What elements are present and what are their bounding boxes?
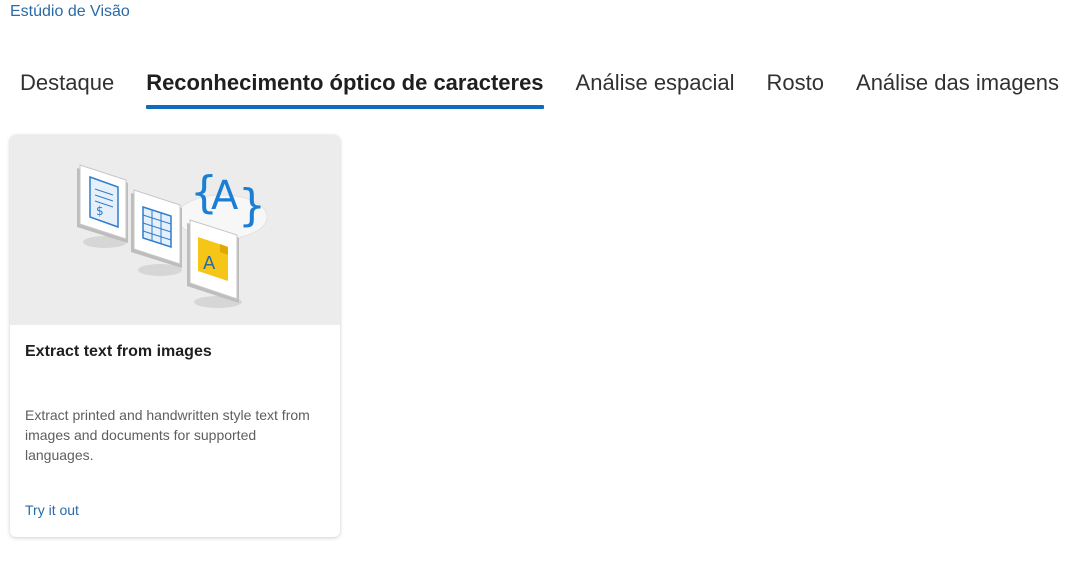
- card-illustration: { A } $ A: [10, 135, 340, 325]
- svg-text:A: A: [211, 173, 239, 219]
- tab-ocr[interactable]: Reconhecimento óptico de caracteres: [136, 66, 553, 110]
- tab-label: Reconhecimento óptico de caracteres: [146, 70, 544, 95]
- tab-face[interactable]: Rosto: [757, 66, 834, 110]
- svg-text:}: }: [238, 180, 266, 231]
- tab-spatial-analysis[interactable]: Análise espacial: [566, 66, 745, 110]
- tab-label: Destaque: [20, 70, 115, 95]
- try-it-out-link[interactable]: Try it out: [25, 502, 79, 518]
- vision-studio-page: Estúdio de Visão Destaque Reconhecimento…: [0, 0, 1073, 568]
- card-title: Extract text from images: [25, 343, 212, 360]
- tab-featured[interactable]: Destaque: [10, 66, 124, 110]
- active-tab-indicator: [146, 105, 544, 109]
- ocr-illustration-icon: { A } $ A: [77, 164, 268, 308]
- tab-bar: Destaque Reconhecimento óptico de caract…: [10, 66, 1073, 112]
- card-description: Extract printed and handwritten style te…: [25, 407, 310, 463]
- tab-label: Análise das imagens: [856, 70, 1060, 95]
- tab-label: Rosto: [766, 70, 825, 95]
- svg-text:A: A: [203, 253, 216, 274]
- tab-label: Análise espacial: [575, 70, 735, 95]
- svg-text:$: $: [96, 204, 104, 218]
- ocr-feature-card[interactable]: { A } $ A Extract text from images Extra…: [10, 135, 340, 537]
- breadcrumb-vision-studio[interactable]: Estúdio de Visão: [10, 3, 130, 21]
- tab-image-analysis[interactable]: Análise das imagens: [846, 66, 1069, 110]
